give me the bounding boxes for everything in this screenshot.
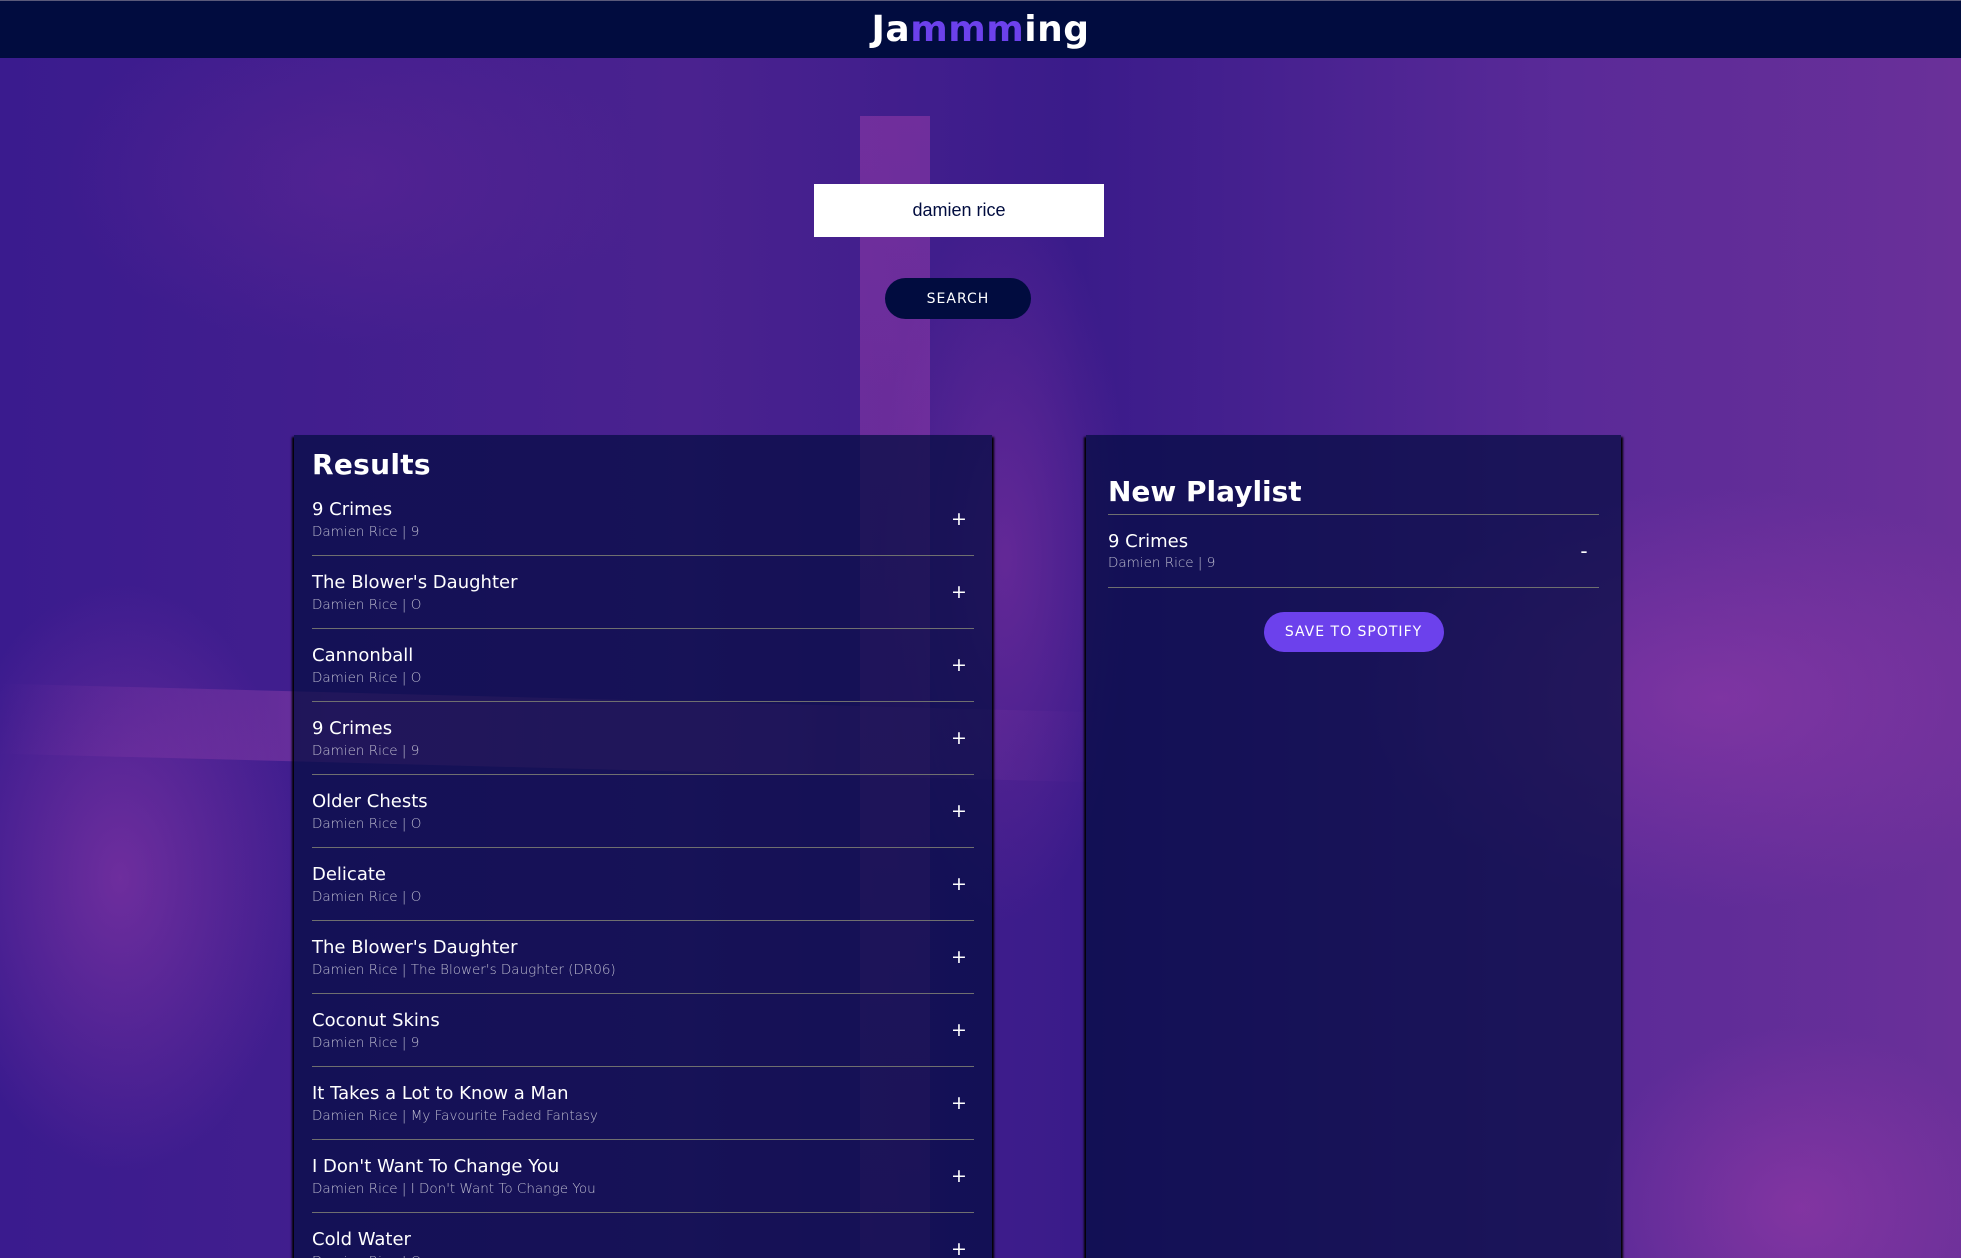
track-artist-album: Damien Rice | 9 — [312, 523, 420, 540]
track-row: 9 Crimes Damien Rice | 9 + — [312, 483, 974, 557]
track-info: Older Chests Damien Rice | O — [312, 791, 428, 832]
add-track-button[interactable]: + — [944, 577, 974, 607]
add-track-button[interactable]: + — [944, 650, 974, 680]
track-artist-album: Damien Rice | O — [312, 1254, 421, 1258]
track-name: 9 Crimes — [312, 499, 393, 521]
track-info: The Blower's Daughter Damien Rice | The B… — [312, 937, 616, 978]
track-name: It Takes a Lot to Know a Man — [312, 1083, 569, 1105]
track-artist-album: Damien Rice | 9 — [312, 742, 420, 759]
add-track-button[interactable]: + — [944, 942, 974, 972]
track-artist-album: Damien Rice | O — [312, 669, 422, 686]
track-name: Cannonball — [312, 645, 414, 667]
track-row: It Takes a Lot to Know a Man Damien Rice … — [312, 1067, 974, 1141]
track-name: Older Chests — [312, 791, 428, 813]
track-name: Coconut Skins — [312, 1010, 440, 1032]
add-track-button[interactable]: + — [944, 869, 974, 899]
track-info: Delicate Damien Rice | O — [312, 864, 421, 905]
track-info: Cannonball Damien Rice | O — [312, 645, 421, 686]
search-input[interactable] — [814, 184, 1104, 237]
app-logo: Jammming — [872, 9, 1090, 50]
add-track-button[interactable]: + — [944, 723, 974, 753]
results-track-list: 9 Crimes Damien Rice | 9 + The Blower's Dau… — [312, 483, 974, 1258]
add-track-button[interactable]: + — [944, 1015, 974, 1045]
track-artist-album: Damien Rice | O — [312, 888, 422, 905]
playlist-track-list: 9 Crimes Damien Rice | 9 - — [1108, 515, 1599, 588]
track-row: The Blower's Daughter Damien Rice | The B… — [312, 921, 974, 995]
track-artist-album: Damien Rice | 9 — [1108, 555, 1216, 572]
track-row: Delicate Damien Rice | O + — [312, 848, 974, 922]
track-artist-album: Damien Rice | The Blower's Daughter (DR0… — [312, 961, 616, 978]
track-row: Cold Water Damien Rice | O + — [312, 1213, 974, 1258]
track-info: 9 Crimes Damien Rice | 9 — [1108, 531, 1215, 572]
track-row: I Don't Want To Change You Damien Rice | … — [312, 1140, 974, 1214]
add-track-button[interactable]: + — [944, 796, 974, 826]
add-track-button[interactable]: + — [944, 1234, 974, 1258]
results-panel: Results 9 Crimes Damien Rice | 9 + The Blow… — [294, 435, 992, 1258]
track-info: It Takes a Lot to Know a Man Damien Rice … — [312, 1083, 598, 1124]
track-name: 9 Crimes — [1108, 530, 1189, 552]
track-row: Coconut Skins Damien Rice | 9 + — [312, 994, 974, 1068]
results-title: Results — [312, 448, 431, 481]
save-to-spotify-button[interactable]: SAVE TO SPOTIFY — [1263, 612, 1444, 652]
add-track-button[interactable]: + — [944, 504, 974, 534]
track-info: 9 Crimes Damien Rice | 9 — [312, 718, 419, 759]
playlist-name-input[interactable] — [1108, 475, 1599, 515]
logo-suffix: ing — [1024, 9, 1090, 50]
track-row: Cannonball Damien Rice | O + — [312, 629, 974, 703]
track-artist-album: Damien Rice | 9 — [312, 1034, 420, 1051]
track-name: The Blower's Daughter — [312, 572, 518, 594]
track-info: 9 Crimes Damien Rice | 9 — [312, 499, 419, 540]
playlist-panel: 9 Crimes Damien Rice | 9 - SAVE TO SPOTIFY — [1086, 435, 1621, 1258]
search-button[interactable]: SEARCH — [885, 278, 1031, 319]
top-bar: Jammming — [0, 0, 1961, 58]
track-name: 9 Crimes — [312, 718, 393, 740]
track-row: The Blower's Daughter Damien Rice | O + — [312, 556, 974, 630]
track-info: Coconut Skins Damien Rice | 9 — [312, 1010, 440, 1051]
track-info: The Blower's Daughter Damien Rice | O — [312, 572, 517, 613]
add-track-button[interactable]: + — [944, 1088, 974, 1118]
track-row: 9 Crimes Damien Rice | 9 - — [1108, 515, 1599, 588]
track-artist-album: Damien Rice | I Don't Want To Change You — [312, 1180, 596, 1197]
track-info: Cold Water Damien Rice | O — [312, 1229, 421, 1258]
track-row: 9 Crimes Damien Rice | 9 + — [312, 702, 974, 776]
track-artist-album: Damien Rice | My Favourite Faded Fantasy — [312, 1107, 598, 1124]
track-info: I Don't Want To Change You Damien Rice | … — [312, 1156, 596, 1197]
track-row: Older Chests Damien Rice | O + — [312, 775, 974, 849]
track-artist-album: Damien Rice | O — [312, 596, 422, 613]
logo-prefix: Ja — [871, 9, 911, 50]
add-track-button[interactable]: + — [944, 1161, 974, 1191]
remove-track-button[interactable]: - — [1569, 536, 1599, 566]
logo-accent: mmm — [910, 9, 1025, 50]
track-artist-album: Damien Rice | O — [312, 815, 422, 832]
track-name: The Blower's Daughter — [312, 937, 518, 959]
track-name: Delicate — [312, 864, 386, 886]
track-name: Cold Water — [312, 1229, 411, 1251]
track-name: I Don't Want To Change You — [312, 1156, 560, 1178]
